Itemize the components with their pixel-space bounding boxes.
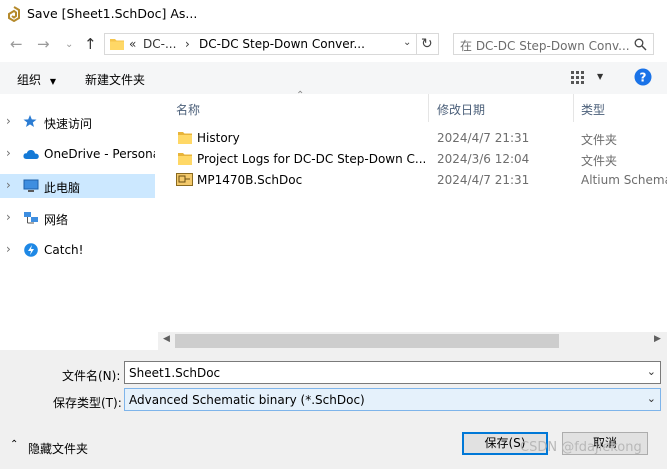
file-list: ⌃ 名称 修改日期 类型 History 2024/4/7 21:31 文件夹 …: [158, 90, 667, 350]
scroll-left-icon[interactable]: ◀: [163, 334, 170, 344]
expand-chevron-icon[interactable]: ›: [6, 210, 11, 224]
folder-icon: [110, 39, 124, 50]
file-name: MP1470B.SchDoc: [197, 173, 303, 187]
column-header-name[interactable]: 名称: [158, 94, 428, 122]
filename-label: 文件名(N):: [62, 369, 121, 383]
chevron-up-icon: ⌃: [10, 439, 19, 450]
nav-item-this-pc[interactable]: › 此电脑: [0, 174, 155, 198]
file-date: 2024/3/6 12:04: [437, 152, 530, 166]
breadcrumb-item[interactable]: DC-...: [143, 37, 176, 51]
nav-label: 网络: [44, 213, 69, 227]
nav-item-onedrive[interactable]: › OneDrive - Persona: [0, 142, 155, 166]
computer-icon: [23, 179, 39, 192]
cloud-icon: [23, 149, 39, 159]
file-name: History: [197, 131, 240, 145]
filename-input[interactable]: Sheet1.SchDoc ⌄: [124, 361, 661, 384]
file-name: Project Logs for DC-DC Step-Down C...: [197, 152, 425, 166]
new-folder-button[interactable]: 新建文件夹: [85, 71, 145, 88]
column-header-label: 修改日期: [437, 103, 486, 117]
network-icon: [24, 212, 38, 224]
organize-label: 组织: [17, 73, 42, 87]
nav-item-catch[interactable]: › Catch!: [0, 238, 155, 262]
filename-value: Sheet1.SchDoc: [129, 366, 221, 380]
back-arrow-icon[interactable]: ←: [10, 36, 23, 52]
address-bar[interactable]: « DC-... › DC-DC Step-Down Conver... ⌄: [104, 33, 417, 55]
file-row[interactable]: History 2024/4/7 21:31 文件夹: [158, 128, 667, 149]
search-icon: [634, 38, 647, 51]
watermark-text: CSDN @fdajiekong: [520, 440, 642, 455]
filetype-value: Advanced Schematic binary (*.SchDoc): [129, 393, 365, 407]
filetype-label: 保存类型(T):: [53, 396, 122, 410]
navigation-pane: › 快速访问 › OneDrive - Persona › 此电脑 › 网络 ›: [0, 94, 157, 350]
refresh-button[interactable]: ↻: [417, 33, 439, 55]
altium-logo-icon: [8, 6, 20, 22]
file-row[interactable]: MP1470B.SchDoc 2024/4/7 21:31 Altium Sch…: [158, 170, 667, 191]
file-type: Altium Schema: [581, 173, 667, 187]
expand-chevron-icon[interactable]: ›: [6, 146, 11, 160]
nav-item-quick-access[interactable]: › 快速访问: [0, 110, 155, 134]
view-options-icon[interactable]: [571, 71, 587, 84]
chevron-down-icon[interactable]: ⌄: [647, 365, 656, 378]
chevron-down-icon[interactable]: ⌄: [647, 392, 656, 405]
column-header-type[interactable]: 类型: [574, 94, 667, 122]
file-date: 2024/4/7 21:31: [437, 173, 530, 187]
nav-label: 快速访问: [44, 117, 93, 131]
expand-chevron-icon[interactable]: ›: [6, 242, 11, 256]
hide-folders-toggle[interactable]: ⌃ 隐藏文件夹: [10, 439, 100, 457]
search-input[interactable]: 在 DC-DC Step-Down Conv...: [453, 33, 654, 55]
refresh-icon: ↻: [421, 36, 433, 52]
breadcrumb-item[interactable]: DC-DC Step-Down Conver...: [199, 37, 365, 51]
expand-chevron-icon[interactable]: ›: [6, 114, 11, 128]
svg-text:?: ?: [640, 71, 647, 85]
help-icon[interactable]: ?: [634, 68, 652, 86]
file-row[interactable]: Project Logs for DC-DC Step-Down C... 20…: [158, 149, 667, 170]
organize-button[interactable]: 组织 ▼: [17, 71, 56, 88]
scroll-right-icon[interactable]: ▶: [654, 334, 661, 344]
nav-label: 此电脑: [44, 181, 81, 195]
forward-arrow-icon[interactable]: →: [37, 36, 50, 52]
nav-label: Catch!: [44, 243, 84, 257]
folder-icon: [178, 132, 192, 144]
breadcrumb-overflow[interactable]: «: [129, 37, 136, 51]
view-dropdown-icon[interactable]: ▼: [597, 72, 603, 81]
search-placeholder: 在 DC-DC Step-Down Conv...: [460, 39, 630, 53]
column-header-label: 类型: [581, 103, 606, 117]
filetype-select[interactable]: Advanced Schematic binary (*.SchDoc) ⌄: [124, 388, 661, 411]
nav-item-network[interactable]: › 网络: [0, 206, 155, 230]
recent-chevron-icon[interactable]: ⌄: [65, 37, 73, 53]
nav-label: OneDrive - Persona: [44, 147, 155, 161]
breadcrumb-separator-icon: ›: [185, 37, 190, 51]
organize-dropdown-icon: ▼: [49, 77, 56, 86]
star-pin-icon: [23, 115, 37, 127]
window-title: Save [Sheet1.SchDoc] As...: [27, 6, 198, 21]
expand-chevron-icon[interactable]: ›: [6, 178, 11, 192]
file-type: 文件夹: [581, 133, 618, 147]
toolbar: 组织 ▼ 新建文件夹 ▼ ?: [0, 62, 667, 94]
address-dropdown-icon[interactable]: ⌄: [403, 37, 411, 48]
column-header-date[interactable]: 修改日期: [429, 94, 573, 122]
scrollbar-thumb[interactable]: [175, 334, 559, 348]
file-type: 文件夹: [581, 154, 618, 168]
horizontal-scrollbar[interactable]: ◀ ▶: [158, 332, 667, 350]
hide-folders-label: 隐藏文件夹: [28, 442, 89, 456]
folder-icon: [178, 153, 192, 165]
up-arrow-icon[interactable]: ↑: [84, 35, 97, 53]
schematic-document-icon: [176, 173, 193, 186]
title-bar: Save [Sheet1.SchDoc] As...: [0, 0, 667, 28]
catch-app-icon: [24, 243, 38, 257]
column-header-label: 名称: [176, 103, 201, 117]
file-date: 2024/4/7 21:31: [437, 131, 530, 145]
